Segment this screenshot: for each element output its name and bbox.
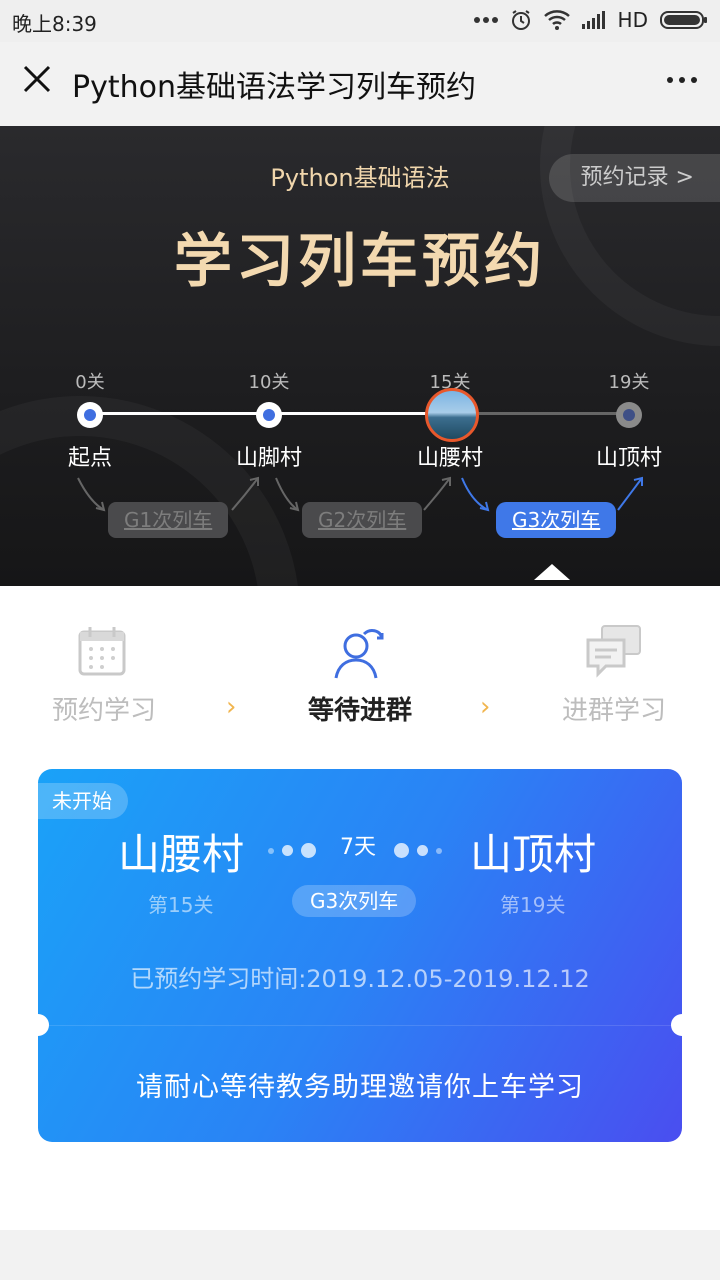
from-stop: 山腰村 bbox=[118, 830, 245, 879]
to-level: 第19关 bbox=[500, 893, 566, 917]
more-menu-icon[interactable] bbox=[660, 60, 704, 100]
battery-icon bbox=[660, 10, 708, 30]
status-badge: 未开始 bbox=[38, 783, 128, 819]
train-tag-g3[interactable]: G3次列车 bbox=[496, 502, 617, 538]
step-arrow-icon: › bbox=[226, 692, 237, 722]
step-book: 预约学习 bbox=[51, 696, 157, 726]
route-dots-left bbox=[268, 843, 316, 858]
page-bottom bbox=[0, 1230, 720, 1280]
booking-records-button[interactable]: 预约记录 > bbox=[548, 154, 720, 202]
calendar-icon bbox=[78, 627, 126, 676]
step-arrow-icon: › bbox=[480, 692, 491, 722]
wifi-icon bbox=[543, 10, 570, 30]
signal-icon bbox=[581, 11, 606, 29]
from-level: 第15关 bbox=[148, 893, 214, 917]
nav-bar: Python基础语法学习列车预约 bbox=[0, 42, 720, 126]
card-notch bbox=[38, 1014, 49, 1036]
stop-dot bbox=[77, 402, 103, 428]
card-divider bbox=[38, 1025, 682, 1026]
step-join: 进群学习 bbox=[561, 696, 667, 726]
selected-caret bbox=[534, 564, 570, 580]
user-join-icon bbox=[334, 629, 384, 679]
hero-banner: Python基础语法 学习列车预约 预约记录 > 0关 10关 15关 19关 … bbox=[0, 126, 720, 586]
card-notch bbox=[671, 1014, 682, 1036]
stop-level: 19关 bbox=[608, 372, 650, 393]
wait-message: 请耐心等待教务助理邀请你上车学习 bbox=[136, 1072, 584, 1103]
step-wait: 等待进群 bbox=[307, 696, 413, 726]
duration-days: 7天 bbox=[340, 835, 376, 860]
status-icons: HD bbox=[473, 8, 708, 32]
close-icon[interactable] bbox=[20, 62, 54, 96]
alarm-icon bbox=[510, 9, 532, 31]
train-tag-g2[interactable]: G2次列车 bbox=[302, 502, 423, 538]
train-badge: G3次列车 bbox=[292, 885, 417, 917]
booked-time: 已预约学习时间:2019.12.05-2019.12.12 bbox=[130, 965, 590, 993]
more-dots-icon bbox=[473, 16, 498, 24]
stop-level: 10关 bbox=[248, 372, 290, 393]
stop-dot bbox=[616, 402, 642, 428]
network-type: HD bbox=[617, 8, 648, 32]
stop-level: 0关 bbox=[75, 372, 105, 393]
route-dots-right bbox=[394, 843, 442, 858]
to-stop: 山顶村 bbox=[470, 830, 597, 879]
chat-icon bbox=[586, 625, 641, 678]
status-bar: 晚上8:39 HD bbox=[0, 0, 720, 42]
hero-title: 学习列车预约 bbox=[173, 227, 546, 295]
user-avatar bbox=[425, 388, 479, 442]
train-tag-g1[interactable]: G1次列车 bbox=[108, 502, 229, 538]
stop-dot bbox=[256, 402, 282, 428]
status-time: 晚上8:39 bbox=[12, 12, 97, 36]
booking-card: 未开始 山腰村 7天 山顶村 第15关 G3次列车 第19关 已预约学习时间:2… bbox=[38, 769, 682, 1142]
page-title: Python基础语法学习列车预约 bbox=[72, 70, 476, 105]
